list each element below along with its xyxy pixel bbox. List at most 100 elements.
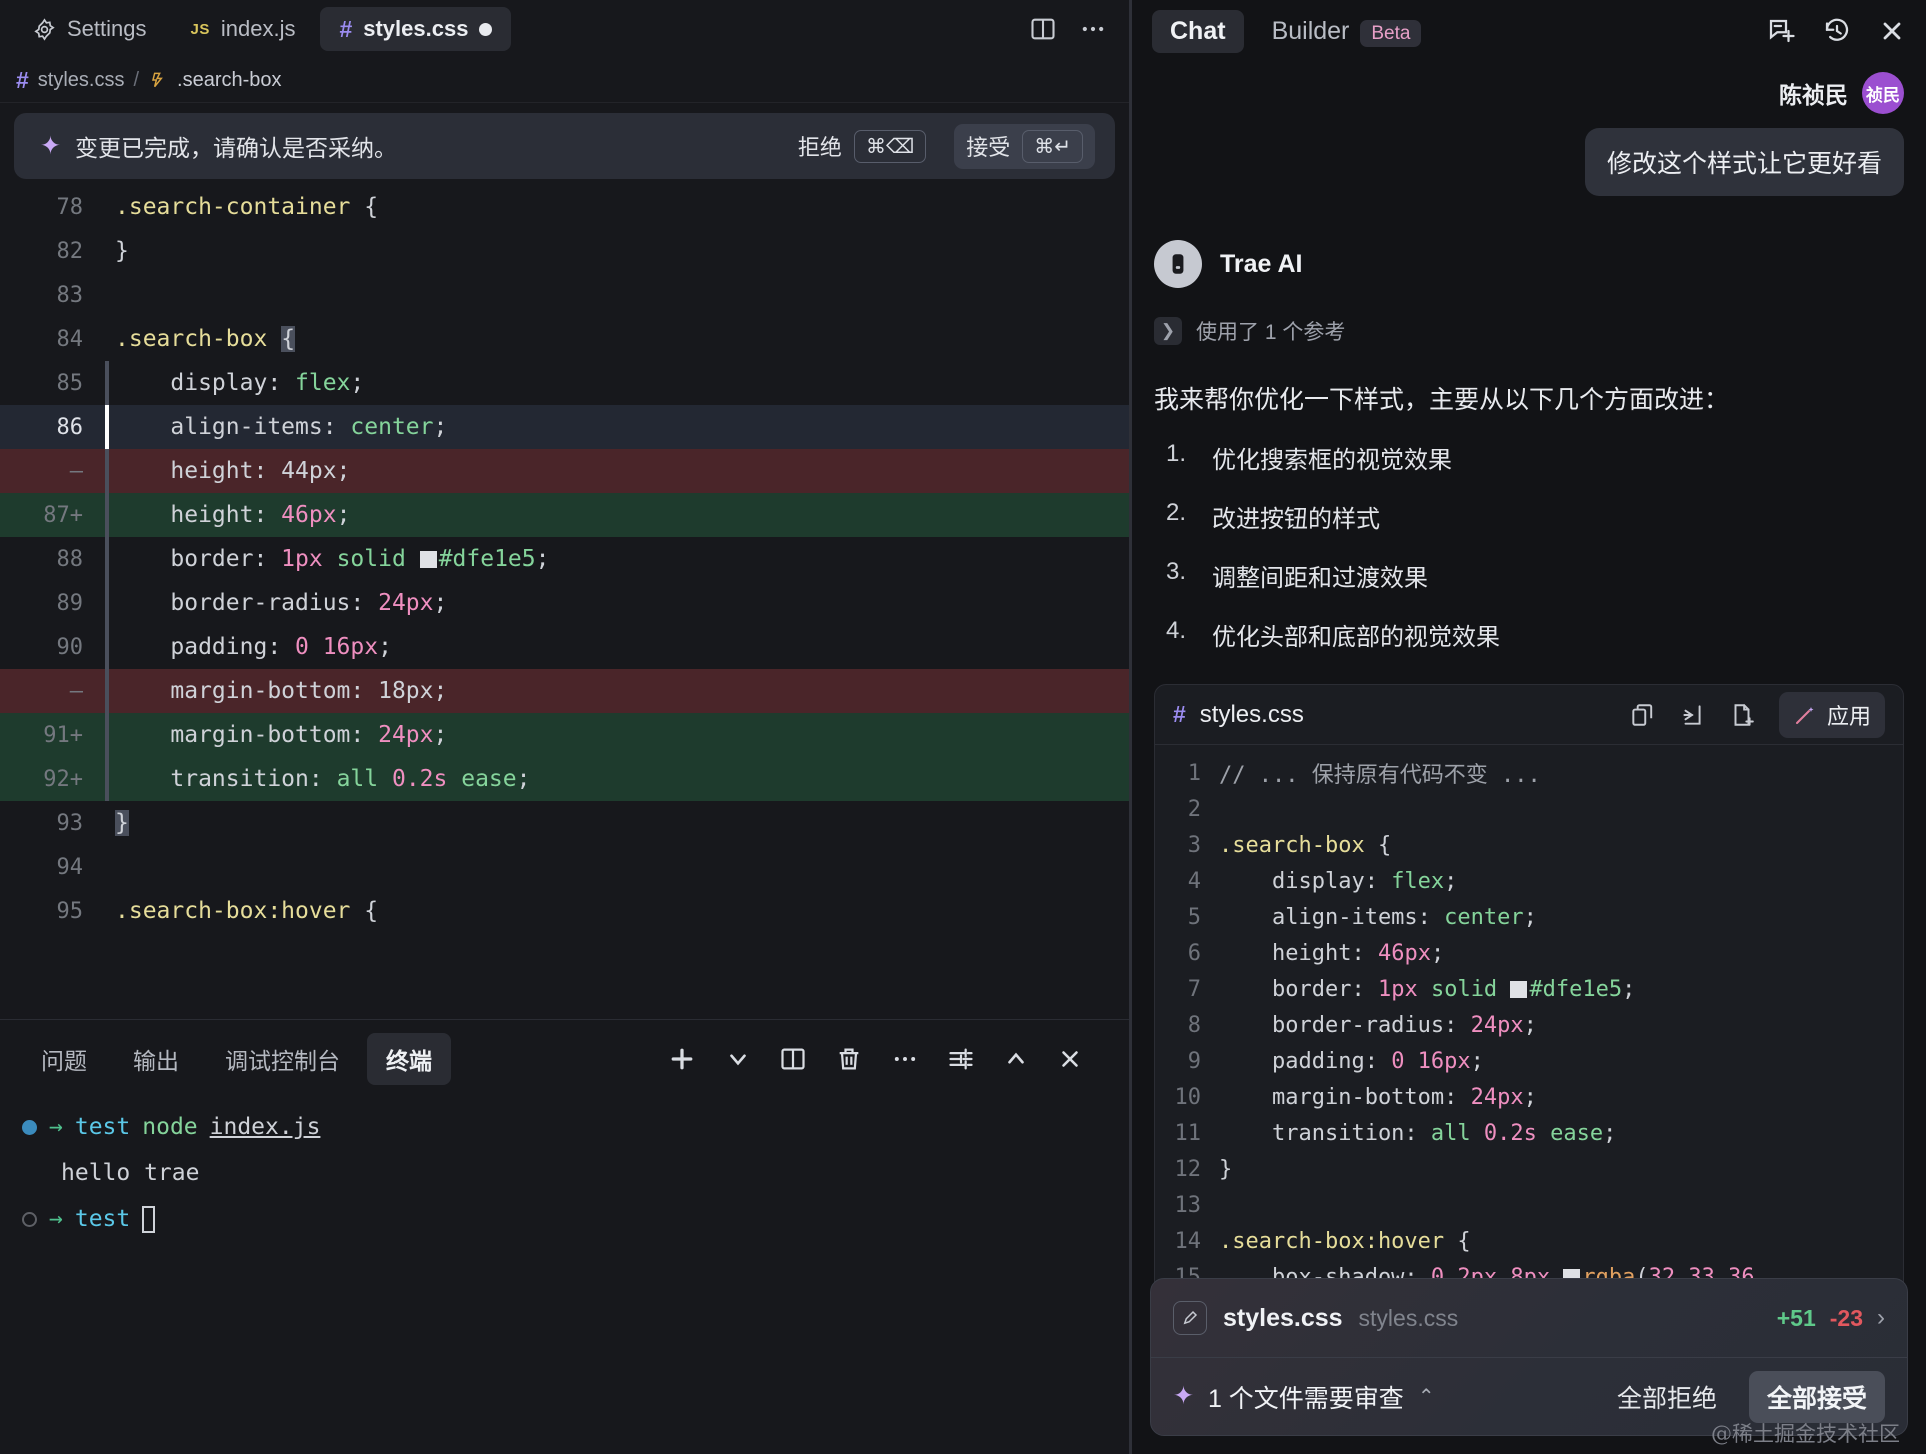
code-block-line-text: height: 46px;: [1219, 940, 1445, 966]
prompt-arrow-icon: →: [49, 1206, 63, 1232]
tab-index-js[interactable]: JS index.js: [172, 7, 315, 51]
avatar[interactable]: 祯民: [1862, 72, 1904, 114]
tab-builder-label: Builder: [1271, 16, 1350, 45]
reject-button[interactable]: 拒绝 ⌘⌫: [786, 124, 938, 169]
panel-tab-terminal[interactable]: 终端: [367, 1033, 451, 1085]
code-editor[interactable]: 78 .search-container {82} 83 84 .search-box…: [0, 179, 1129, 1019]
line-number: 91+: [43, 722, 83, 748]
close-icon[interactable]: [1878, 17, 1906, 45]
terminal-file[interactable]: index.js: [210, 1114, 321, 1140]
breadcrumb-symbol[interactable]: .search-box: [177, 69, 282, 92]
new-file-icon[interactable]: [1729, 702, 1755, 728]
prompt-arrow-icon: →: [49, 1114, 63, 1140]
trae-logo-icon: [1154, 240, 1202, 288]
copy-icon[interactable]: [1629, 702, 1655, 728]
terminal-caret: [142, 1205, 156, 1233]
code-block-body[interactable]: 1 // ... 保持原有代码不变 ... 2 3 .search-box {4 di…: [1155, 745, 1903, 1295]
accept-button[interactable]: 接受 ⌘↵: [954, 123, 1095, 169]
code-block-line-text: padding: 0 16px;: [1219, 1048, 1484, 1074]
deletions-count: -23: [1829, 1304, 1863, 1331]
code-line[interactable]: 82}: [0, 229, 1129, 273]
split-editor-icon[interactable]: [1029, 15, 1057, 43]
code-block-line: 3 .search-box {: [1155, 827, 1903, 863]
code-line[interactable]: 88 border: 1px solid #dfe1e5;: [0, 537, 1129, 581]
code-line-text: padding: 0 16px;: [115, 634, 392, 660]
panel-tab-debug-console[interactable]: 调试控制台: [206, 1033, 359, 1085]
review-file-row[interactable]: styles.css styles.css +51 -23 ›: [1151, 1279, 1907, 1357]
settings-sliders-icon[interactable]: [947, 1045, 975, 1073]
banner-message: 变更已完成，请确认是否采纳。: [74, 135, 397, 161]
close-icon[interactable]: [1057, 1046, 1083, 1072]
magic-wand-icon: [1793, 703, 1817, 727]
tab-builder[interactable]: Builder Beta: [1254, 10, 1440, 53]
panel-actions: [667, 1044, 1107, 1074]
accept-all-button[interactable]: 全部接受: [1748, 1370, 1885, 1423]
plus-icon[interactable]: [667, 1044, 697, 1074]
code-line[interactable]: 85 display: flex;: [0, 361, 1129, 405]
tab-settings[interactable]: Settings: [14, 7, 166, 51]
panel-tab-problems[interactable]: 问题: [22, 1033, 106, 1085]
more-icon[interactable]: [891, 1045, 919, 1073]
code-line-text: margin-bottom: 24px;: [115, 722, 448, 748]
terminal-output[interactable]: → test node index.js hello trae → test: [0, 1098, 1129, 1454]
code-line-text: display: flex;: [115, 370, 365, 396]
code-line[interactable]: 92+ transition: all 0.2s ease;: [0, 757, 1129, 801]
code-line[interactable]: — height: 44px;: [0, 449, 1129, 493]
code-line[interactable]: 78 .search-container {: [0, 185, 1129, 229]
code-line-text: }: [115, 238, 129, 264]
more-actions-icon[interactable]: [1079, 15, 1107, 43]
line-number: 83: [56, 282, 84, 308]
trae-ide-window: Settings JS index.js # styles.css # styl…: [0, 0, 1926, 1454]
chevron-up-icon[interactable]: [1003, 1046, 1029, 1072]
code-line[interactable]: 90 padding: 0 16px;: [0, 625, 1129, 669]
code-line[interactable]: — margin-bottom: 18px;: [0, 669, 1129, 713]
line-number: 7: [1187, 976, 1201, 1002]
line-number: 92+: [43, 766, 83, 792]
insert-at-cursor-icon[interactable]: [1679, 702, 1705, 728]
code-line[interactable]: 89 border-radius: 24px;: [0, 581, 1129, 625]
panel-tab-output[interactable]: 输出: [114, 1033, 198, 1085]
code-line[interactable]: 95 .search-box:hover {: [0, 889, 1129, 933]
user-message: 修改这个样式让它更好看: [1584, 128, 1904, 196]
code-line[interactable]: 94: [0, 845, 1129, 889]
chat-pane: Chat Builder Beta 陈祯民 祯民 修改这个样式让它更好看 Tra…: [1132, 0, 1926, 1454]
code-line[interactable]: 93}: [0, 801, 1129, 845]
diff-confirm-banner-wrap: ✦ 变更已完成，请确认是否采纳。 拒绝 ⌘⌫ 接受 ⌘↵: [0, 103, 1129, 179]
trash-icon[interactable]: [835, 1045, 863, 1073]
reject-all-button[interactable]: 全部拒绝: [1601, 1371, 1733, 1423]
chevron-up-icon[interactable]: ⌃: [1418, 1384, 1435, 1409]
split-terminal-icon[interactable]: [779, 1045, 807, 1073]
tab-chat[interactable]: Chat: [1152, 9, 1244, 53]
user-name: 陈祯民: [1779, 82, 1848, 108]
code-line[interactable]: 87+ height: 46px;: [0, 493, 1129, 537]
history-icon[interactable]: [1822, 16, 1852, 46]
code-line[interactable]: 86 align-items: center;: [0, 405, 1129, 449]
line-number: 12: [1174, 1156, 1202, 1182]
code-line[interactable]: 84 .search-box {: [0, 317, 1129, 361]
edit-file-icon: [1173, 1301, 1207, 1335]
code-line-text: transition: all 0.2s ease;: [115, 766, 531, 792]
apply-button[interactable]: 应用: [1778, 691, 1885, 738]
panel-tabbar: 问题 输出 调试控制台 终端: [0, 1020, 1129, 1098]
code-line[interactable]: 83: [0, 273, 1129, 317]
tab-styles-css[interactable]: # styles.css: [320, 7, 512, 51]
reference-toggle[interactable]: ❯ 使用了 1 个参考: [1154, 316, 1904, 346]
line-number: 10: [1174, 1084, 1202, 1110]
css-selector-icon: [148, 70, 168, 90]
line-number: 1: [1187, 760, 1201, 786]
step-number: 2.: [1166, 499, 1187, 526]
chevron-down-icon[interactable]: [725, 1046, 751, 1072]
chevron-right-icon[interactable]: ›: [1877, 1304, 1885, 1332]
line-number: 2: [1187, 796, 1201, 822]
terminal-cwd: test: [74, 1206, 131, 1232]
gear-icon: [33, 17, 56, 41]
code-block-line: 4 display: flex;: [1155, 863, 1903, 899]
code-line[interactable]: 91+ margin-bottom: 24px;: [0, 713, 1129, 757]
ai-name: Trae AI: [1220, 249, 1303, 278]
line-number: 84: [56, 326, 84, 352]
new-chat-icon[interactable]: [1766, 16, 1796, 46]
terminal-line: hello trae: [22, 1150, 1107, 1196]
code-block-line-text: .search-box:hover {: [1219, 1228, 1471, 1254]
breadcrumb-file[interactable]: styles.css: [38, 69, 125, 92]
unsaved-dot-icon: [479, 22, 493, 36]
